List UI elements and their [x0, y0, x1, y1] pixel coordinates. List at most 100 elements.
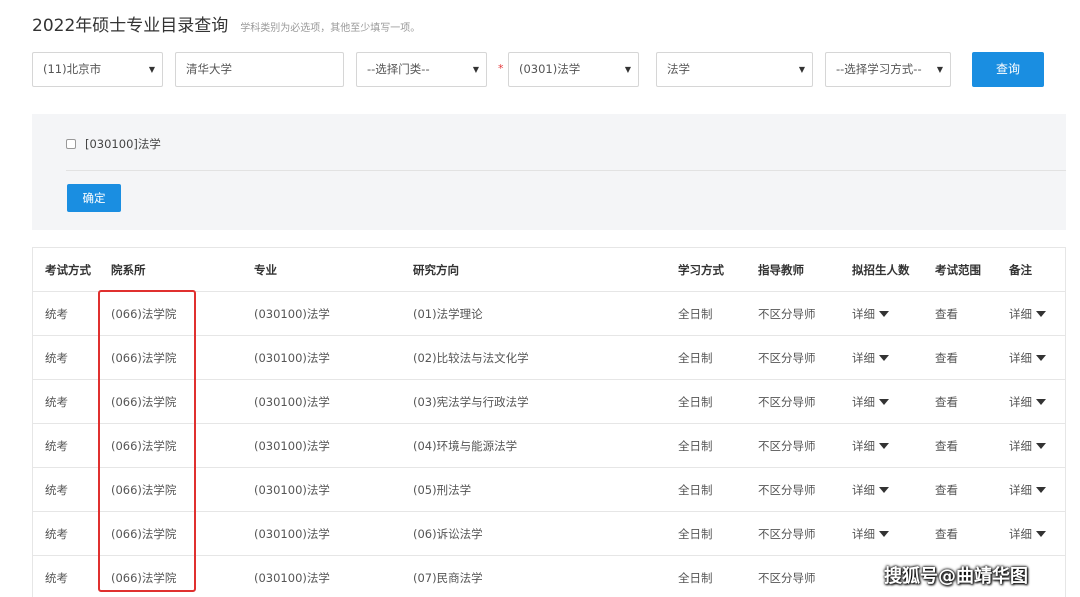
major-cell: (030100)法学 — [254, 351, 330, 365]
major-cell: (030100)法学 — [254, 483, 330, 497]
mode-cell: 全日制 — [678, 307, 713, 321]
direction-cell: (02)比较法与法文化学 — [413, 351, 529, 365]
category-value: --选择门类-- — [367, 62, 430, 76]
exam-cell: 统考 — [45, 439, 68, 453]
form-hint: 学科类别为必选项，其他至少填写一项。 — [240, 23, 421, 34]
chevron-down-icon: ▼ — [148, 65, 155, 74]
study-mode-select[interactable]: --选择学习方式-- ▼ — [825, 52, 951, 87]
school-input[interactable]: 清华大学 — [175, 52, 344, 87]
tutor-cell: 不区分导师 — [758, 483, 816, 497]
study-mode-value: --选择学习方式-- — [836, 62, 922, 76]
province-value: (11)北京市 — [43, 62, 102, 76]
discipline-select[interactable]: (0301)法学 ▼ — [508, 52, 639, 87]
scope-link[interactable]: 查看 — [935, 292, 958, 336]
query-button[interactable]: 查询 — [972, 52, 1044, 87]
exam-cell: 统考 — [45, 395, 68, 409]
note-label: 详细 — [1009, 439, 1032, 453]
divider — [66, 170, 1066, 171]
exam-cell: 统考 — [45, 351, 68, 365]
quota-dropdown[interactable]: 详细 — [852, 380, 889, 424]
scope-link[interactable]: 查看 — [935, 424, 958, 468]
direction-cell: (07)民商法学 — [413, 571, 483, 585]
scope-link[interactable]: 查看 — [935, 468, 958, 512]
mode-cell: 全日制 — [678, 571, 713, 585]
note-dropdown[interactable]: 详细 — [1009, 336, 1046, 380]
col-exam-header: 考试方式 — [45, 263, 91, 277]
scope-link[interactable]: 查看 — [935, 512, 958, 556]
caret-down-icon — [1036, 486, 1046, 493]
caret-down-icon — [1036, 530, 1046, 537]
tutor-cell: 不区分导师 — [758, 395, 816, 409]
col-major-header: 专业 — [254, 263, 277, 277]
caret-down-icon — [879, 530, 889, 537]
caret-down-icon — [879, 354, 889, 361]
watermark: 搜狐号@曲靖华图 — [884, 566, 1028, 587]
tutor-cell: 不区分导师 — [758, 571, 816, 585]
quota-dropdown[interactable]: 详细 — [852, 292, 889, 336]
scope-link[interactable]: 查看 — [935, 336, 958, 380]
major-select[interactable]: 法学 ▼ — [656, 52, 813, 87]
quota-label: 详细 — [852, 483, 875, 497]
major-cell: (030100)法学 — [254, 395, 330, 409]
mode-cell: 全日制 — [678, 483, 713, 497]
direction-cell: (05)刑法学 — [413, 483, 472, 497]
note-dropdown[interactable]: 详细 — [1009, 424, 1046, 468]
caret-down-icon — [879, 486, 889, 493]
school-value: 清华大学 — [186, 62, 232, 76]
note-dropdown[interactable]: 详细 — [1009, 468, 1046, 512]
province-select[interactable]: (11)北京市 ▼ — [32, 52, 163, 87]
confirm-button[interactable]: 确定 — [67, 184, 121, 212]
col-note-header: 备注 — [1009, 263, 1032, 277]
direction-cell: (01)法学理论 — [413, 307, 483, 321]
selection-panel: [030100]法学 确定 — [32, 114, 1066, 230]
title-row: 2022年硕士专业目录查询 学科类别为必选项，其他至少填写一项。 — [32, 11, 420, 36]
caret-down-icon — [879, 310, 889, 317]
chevron-down-icon: ▼ — [936, 65, 943, 74]
exam-cell: 统考 — [45, 307, 68, 321]
major-cell: (030100)法学 — [254, 439, 330, 453]
tutor-cell: 不区分导师 — [758, 351, 816, 365]
tutor-cell: 不区分导师 — [758, 439, 816, 453]
exam-cell: 统考 — [45, 527, 68, 541]
quota-label: 详细 — [852, 527, 875, 541]
note-dropdown[interactable]: 详细 — [1009, 512, 1046, 556]
col-tutor-header: 指导教师 — [758, 263, 804, 277]
major-cell: (030100)法学 — [254, 527, 330, 541]
required-marker: * — [498, 62, 504, 75]
table-header: 考试方式 院系所 专业 研究方向 学习方式 指导教师 拟招生人数 考试范围 备注 — [33, 248, 1065, 292]
dept-column-highlight — [98, 290, 196, 592]
category-select[interactable]: --选择门类-- ▼ — [356, 52, 487, 87]
scope-link[interactable]: 查看 — [935, 380, 958, 424]
tutor-cell: 不区分导师 — [758, 527, 816, 541]
col-dept-header: 院系所 — [111, 263, 146, 277]
note-label: 详细 — [1009, 527, 1032, 541]
quota-label: 详细 — [852, 395, 875, 409]
quota-dropdown[interactable]: 详细 — [852, 424, 889, 468]
col-scope-header: 考试范围 — [935, 263, 981, 277]
note-dropdown[interactable]: 详细 — [1009, 292, 1046, 336]
major-checkbox[interactable] — [66, 139, 76, 149]
note-dropdown[interactable]: 详细 — [1009, 380, 1046, 424]
quota-dropdown[interactable]: 详细 — [852, 468, 889, 512]
quota-dropdown[interactable]: 详细 — [852, 512, 889, 556]
caret-down-icon — [879, 398, 889, 405]
caret-down-icon — [1036, 310, 1046, 317]
note-label: 详细 — [1009, 483, 1032, 497]
mode-cell: 全日制 — [678, 395, 713, 409]
col-direction-header: 研究方向 — [413, 263, 459, 277]
major-cell: (030100)法学 — [254, 571, 330, 585]
filter-bar: (11)北京市 ▼ 清华大学 --选择门类-- ▼ * (0301)法学 ▼ 法… — [0, 52, 1080, 88]
major-checkbox-row[interactable]: [030100]法学 — [66, 136, 161, 152]
col-mode-header: 学习方式 — [678, 263, 724, 277]
exam-cell: 统考 — [45, 571, 68, 585]
caret-down-icon — [1036, 354, 1046, 361]
major-cell: (030100)法学 — [254, 307, 330, 321]
quota-label: 详细 — [852, 307, 875, 321]
mode-cell: 全日制 — [678, 527, 713, 541]
quota-label: 详细 — [852, 351, 875, 365]
quota-dropdown[interactable]: 详细 — [852, 336, 889, 380]
major-value: 法学 — [667, 62, 690, 76]
direction-cell: (03)宪法学与行政法学 — [413, 395, 529, 409]
chevron-down-icon: ▼ — [624, 65, 631, 74]
note-label: 详细 — [1009, 351, 1032, 365]
